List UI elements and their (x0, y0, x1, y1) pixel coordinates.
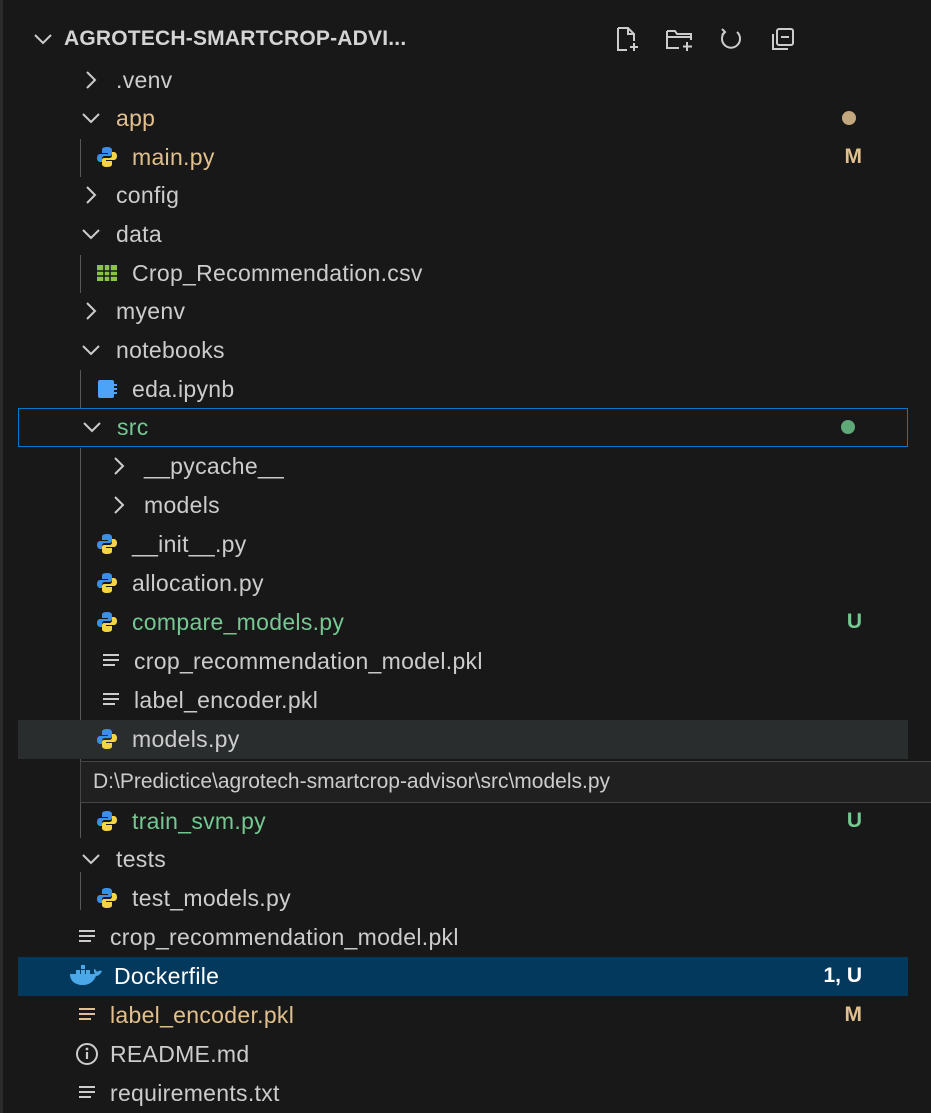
text-file-icon (74, 1002, 100, 1028)
file-label: Crop_Recommendation.csv (132, 259, 423, 286)
chevron-right-icon (80, 69, 102, 91)
notebook-icon (94, 376, 120, 402)
info-icon (74, 1041, 100, 1067)
chevron-down-icon (80, 223, 102, 245)
tree-file-allocation-py[interactable]: allocation.py (18, 564, 908, 603)
python-file-icon (94, 531, 120, 557)
untracked-dot (841, 420, 855, 435)
folder-label: models (144, 491, 220, 518)
chevron-right-icon (80, 184, 102, 206)
chevron-down-icon (80, 848, 102, 870)
tree-file-label-encoder-pkl-root[interactable]: label_encoder.pkl M (18, 996, 908, 1035)
chevron-down-icon (80, 339, 102, 361)
tree-file-dockerfile[interactable]: Dockerfile 1, U (18, 957, 908, 996)
python-file-icon (94, 144, 120, 170)
chevron-right-icon (108, 494, 130, 516)
tree-folder-venv[interactable]: .venv (18, 61, 908, 100)
tree-file-models-py[interactable]: models.py (18, 720, 908, 759)
file-label: test_models.py (132, 884, 291, 911)
git-status-badge: M (844, 145, 863, 169)
tree-folder-myenv[interactable]: myenv (18, 292, 908, 331)
chevron-down-icon (80, 107, 102, 129)
explorer-header[interactable]: AGROTECH-SMARTCROP-ADVI... (18, 15, 908, 63)
folder-label: tests (116, 845, 167, 872)
folder-label: app (116, 104, 156, 131)
git-status-badge: 1, U (823, 964, 862, 988)
file-label: train_svm.py (132, 807, 266, 834)
file-label: README.md (110, 1040, 250, 1067)
tree-file-requirements[interactable]: requirements.txt (18, 1074, 908, 1113)
text-file-icon (98, 687, 124, 713)
tree-file-init-py[interactable]: __init__.py (18, 525, 908, 564)
git-status-badge: U (846, 809, 862, 833)
docker-icon (68, 963, 104, 989)
chevron-right-icon (80, 300, 102, 322)
tree-file-crop-model-pkl-root[interactable]: crop_recommendation_model.pkl (18, 918, 908, 957)
text-file-icon (98, 648, 124, 674)
file-label: label_encoder.pkl (134, 686, 319, 713)
folder-label: src (117, 413, 149, 440)
csv-table-icon (94, 260, 120, 286)
modified-dot (842, 111, 856, 126)
file-label: models.py (132, 725, 240, 752)
tree-file-compare-models-py[interactable]: compare_models.py U (18, 603, 908, 642)
python-file-icon (94, 570, 120, 596)
tree-file-train-svm-py[interactable]: train_svm.py U (18, 802, 908, 841)
tree-file-readme[interactable]: README.md (18, 1035, 908, 1074)
git-status-badge: U (846, 610, 862, 634)
tree-folder-models[interactable]: models (18, 486, 908, 525)
file-label: allocation.py (132, 569, 264, 596)
text-file-icon (74, 924, 100, 950)
file-label: label_encoder.pkl (110, 1001, 295, 1028)
chevron-down-icon[interactable] (32, 28, 54, 50)
tree-folder-data[interactable]: data (18, 215, 908, 254)
file-label: Dockerfile (114, 962, 220, 989)
python-file-icon (94, 885, 120, 911)
tree-file-test-models-py[interactable]: test_models.py (18, 879, 908, 918)
tree-folder-config[interactable]: config (18, 176, 908, 215)
tree-file-crop-csv[interactable]: Crop_Recommendation.csv (18, 254, 908, 293)
panel-border (0, 0, 3, 1113)
folder-label: __pycache__ (144, 452, 285, 479)
tree-file-main-py[interactable]: main.py M (18, 138, 908, 177)
file-label: crop_recommendation_model.pkl (110, 923, 459, 950)
tree-folder-tests[interactable]: tests (18, 840, 908, 879)
tree-folder-app[interactable]: app (18, 99, 908, 138)
python-file-icon (94, 808, 120, 834)
file-label: requirements.txt (110, 1079, 280, 1106)
text-file-icon (74, 1080, 100, 1106)
workspace-title[interactable]: AGROTECH-SMARTCROP-ADVI... (64, 27, 406, 51)
new-folder-icon[interactable] (664, 24, 694, 54)
python-file-icon (94, 726, 120, 752)
python-file-icon (94, 609, 120, 635)
path-tooltip: D:\Predictice\agrotech-smartcrop-advisor… (80, 761, 931, 803)
folder-label: myenv (116, 297, 186, 324)
file-label: crop_recommendation_model.pkl (134, 647, 483, 674)
git-status-badge: M (844, 1003, 863, 1027)
chevron-right-icon (108, 455, 130, 477)
folder-label: data (116, 220, 162, 247)
file-label: eda.ipynb (132, 375, 235, 402)
tree-file-eda-ipynb[interactable]: eda.ipynb (18, 370, 908, 409)
chevron-down-icon (81, 416, 103, 438)
tree-file-crop-model-pkl[interactable]: crop_recommendation_model.pkl (18, 642, 908, 681)
collapse-all-icon[interactable] (768, 24, 798, 54)
folder-label: config (116, 181, 180, 208)
file-label: main.py (132, 143, 215, 170)
explorer-panel: AGROTECH-SMARTCROP-ADVI... .venv app mai… (0, 0, 931, 1113)
folder-label: notebooks (116, 336, 225, 363)
new-file-icon[interactable] (612, 24, 642, 54)
refresh-icon[interactable] (716, 24, 746, 54)
header-actions (612, 15, 820, 63)
tree-folder-src[interactable]: src (18, 408, 908, 447)
folder-label: .venv (116, 66, 173, 93)
file-label: compare_models.py (132, 608, 345, 635)
tree-folder-pycache[interactable]: __pycache__ (18, 447, 908, 486)
tree-folder-notebooks[interactable]: notebooks (18, 331, 908, 370)
file-label: __init__.py (132, 530, 247, 557)
tree-file-label-encoder-pkl[interactable]: label_encoder.pkl (18, 681, 908, 720)
